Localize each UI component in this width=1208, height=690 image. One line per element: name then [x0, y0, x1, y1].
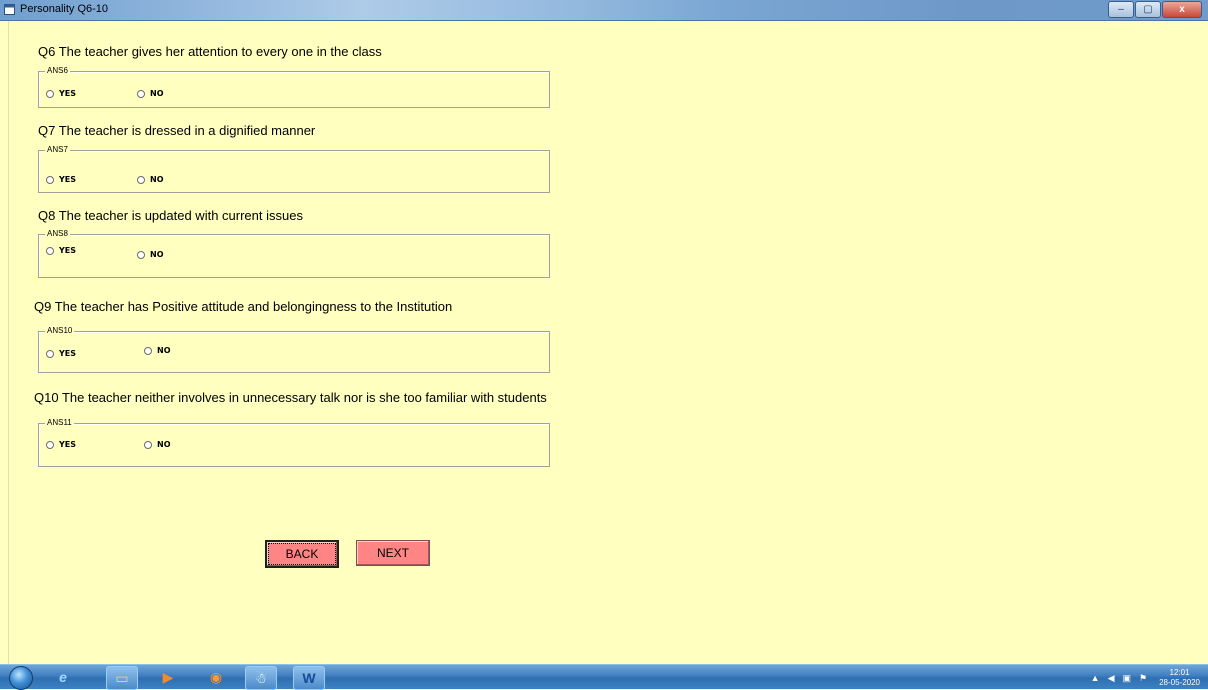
answer-group-7: ANS7 YES NO [38, 145, 550, 193]
next-button[interactable]: NEXT [356, 540, 430, 566]
window-icon [4, 4, 15, 15]
close-button[interactable]: x [1162, 1, 1202, 18]
clock-date: 28-05-2020 [1159, 678, 1200, 687]
q7-no-radio[interactable]: NO [137, 175, 164, 184]
minimize-icon: – [1118, 4, 1124, 15]
option-label: NO [150, 250, 164, 259]
answer-group-6: ANS6 YES NO [38, 66, 550, 108]
close-icon: x [1179, 4, 1185, 15]
taskbar: e ▭ ▶ ◉ ☃ W ▲ ◀ ▣ ⚑ 12:01 28-05-2020 [0, 664, 1208, 690]
q10-no-radio[interactable]: NO [144, 440, 171, 449]
group-label: ANS7 [45, 145, 70, 155]
q10-yes-radio[interactable]: YES [46, 440, 76, 449]
option-label: NO [157, 346, 171, 355]
radio-icon [144, 346, 152, 355]
option-label: YES [59, 440, 77, 449]
group-label: ANS8 [45, 229, 70, 239]
ie-icon[interactable]: e [48, 666, 78, 688]
explorer-icon[interactable]: ▭ [106, 666, 138, 690]
back-button[interactable]: BACK [265, 540, 339, 568]
group-label: ANS6 [45, 66, 70, 76]
radio-icon [46, 175, 54, 184]
question-7: Q7 The teacher is dressed in a dignified… [38, 123, 316, 138]
firefox-icon[interactable]: ◉ [201, 666, 231, 688]
radio-icon [46, 440, 54, 449]
radio-icon [46, 89, 54, 98]
media-player-icon[interactable]: ▶ [153, 666, 183, 688]
question-6: Q6 The teacher gives her attention to ev… [38, 44, 382, 59]
answer-group-8: ANS8 YES NO [38, 229, 550, 278]
app-icon[interactable]: ☃ [245, 666, 277, 690]
option-label: YES [59, 349, 77, 358]
action-center-flag-icon[interactable]: ⚑ [1139, 673, 1147, 684]
clock[interactable]: 12:01 28-05-2020 [1159, 668, 1200, 688]
question-8: Q8 The teacher is updated with current i… [38, 208, 303, 223]
question-9: Q9 The teacher has Positive attitude and… [34, 299, 453, 314]
title-bar: Personality Q6-10 – ▢ x [0, 0, 1208, 21]
option-label: NO [157, 440, 171, 449]
question-10: Q10 The teacher neither involves in unne… [34, 390, 547, 405]
system-tray: ▲ ◀ ▣ ⚑ 12:01 28-05-2020 [1083, 668, 1200, 688]
radio-icon [137, 89, 145, 98]
window-left-border [0, 21, 9, 664]
show-hidden-icons-icon[interactable]: ▲ [1091, 673, 1100, 683]
volume-icon[interactable]: ◀ [1108, 673, 1115, 684]
group-label: ANS11 [45, 418, 74, 428]
answer-group-9: ANS10 YES NO [38, 326, 550, 373]
minimize-button[interactable]: – [1108, 1, 1134, 18]
answer-group-10: ANS11 YES NO [38, 418, 550, 467]
q8-yes-radio[interactable]: YES [46, 246, 76, 255]
radio-icon [144, 440, 152, 449]
q7-yes-radio[interactable]: YES [46, 175, 76, 184]
radio-icon [137, 250, 145, 259]
window-title: Personality Q6-10 [20, 3, 109, 15]
option-label: YES [59, 89, 77, 98]
q8-no-radio[interactable]: NO [137, 250, 164, 259]
q6-no-radio[interactable]: NO [137, 89, 164, 98]
maximize-button[interactable]: ▢ [1135, 1, 1161, 18]
radio-icon [137, 175, 145, 184]
windows-start-icon[interactable] [9, 666, 33, 690]
word-icon[interactable]: W [293, 666, 325, 690]
maximize-icon: ▢ [1143, 4, 1153, 15]
q6-yes-radio[interactable]: YES [46, 89, 76, 98]
option-label: NO [150, 175, 164, 184]
radio-icon [46, 349, 54, 358]
option-label: NO [150, 89, 164, 98]
radio-icon [46, 246, 54, 255]
option-label: YES [59, 246, 77, 255]
clock-time: 12:01 [1169, 668, 1190, 677]
group-label: ANS10 [45, 326, 75, 336]
option-label: YES [59, 175, 77, 184]
q9-yes-radio[interactable]: YES [46, 349, 76, 358]
network-icon[interactable]: ▣ [1122, 673, 1131, 684]
q9-no-radio[interactable]: NO [144, 346, 171, 355]
